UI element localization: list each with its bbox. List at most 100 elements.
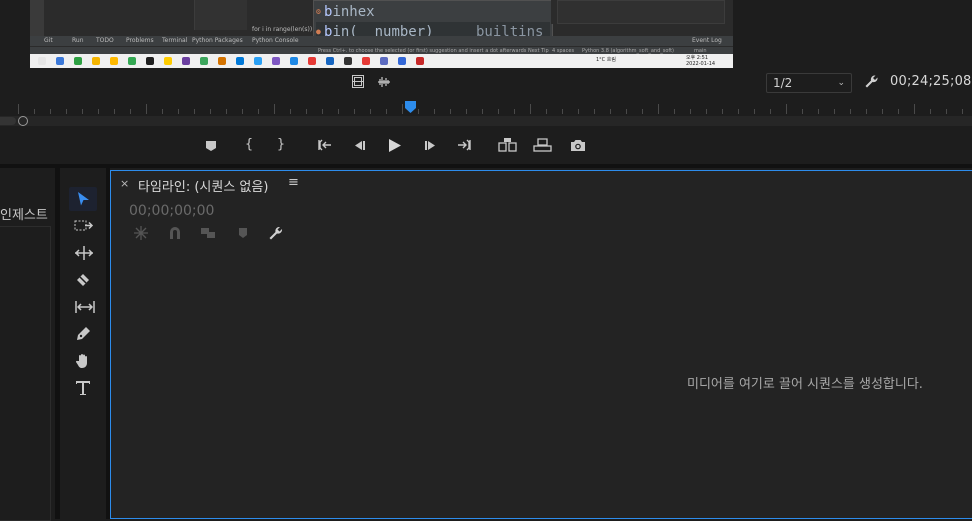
camera-icon[interactable]: [570, 139, 586, 152]
step-back-icon[interactable]: [352, 140, 366, 151]
selection-tool[interactable]: [69, 187, 97, 211]
ruler-tick: [498, 109, 499, 114]
mark-in-icon[interactable]: {: [240, 136, 258, 154]
track-select-icon: [74, 220, 94, 231]
timeline-timecode[interactable]: 00;00;00;00: [129, 203, 214, 219]
program-timecode: 00;24;25;08: [890, 74, 972, 89]
timeline-panel[interactable]: [110, 170, 972, 519]
zoom-scrollbar[interactable]: [0, 116, 972, 126]
transport-controls: { }: [0, 130, 972, 160]
ide-tab: Event Log: [692, 37, 722, 44]
panel-menu-icon[interactable]: ≡: [288, 175, 299, 190]
ruler-tick: [866, 109, 867, 114]
ripple-edit-tool[interactable]: [69, 241, 97, 265]
go-to-out-icon[interactable]: [456, 139, 472, 151]
timeline-tab-title[interactable]: 타임라인: (시퀀스 없음): [138, 176, 268, 195]
ruler-tick: [754, 109, 755, 114]
type-tool[interactable]: [69, 376, 97, 400]
marker-icon[interactable]: [205, 140, 217, 152]
project-list: [0, 226, 51, 521]
ruler-tick: [610, 109, 611, 114]
track-select-tool[interactable]: [69, 214, 97, 238]
taskbar-app-icon: [38, 57, 46, 65]
wrench-icon[interactable]: [268, 225, 284, 241]
pen-tool[interactable]: [69, 322, 97, 346]
wrench-icon[interactable]: [864, 74, 879, 89]
taskbar-app-icon: [182, 57, 190, 65]
tray-weather: 1°C 흐림: [596, 57, 616, 63]
safe-margins-icon[interactable]: [352, 75, 364, 88]
taskbar-app-icon: [308, 57, 316, 65]
ruler-tick: [66, 109, 67, 114]
taskbar-app-icon: [362, 57, 370, 65]
ruler-tick: [450, 109, 451, 114]
ruler-tick: [306, 109, 307, 114]
taskbar-app-icon: [56, 57, 64, 65]
ruler-tick: [818, 109, 819, 114]
ide-tab: Problems: [126, 37, 154, 44]
ruler-tick: [802, 109, 803, 114]
taskbar-app-icon: [74, 57, 82, 65]
taskbar-app-icon: [416, 57, 424, 65]
taskbar-app-icon: [146, 57, 154, 65]
ruler-tick: [962, 109, 963, 114]
ruler-tick: [242, 109, 243, 114]
taskbar-app-icon: [200, 57, 208, 65]
ide-code-text: for i in range(len(s)) - 1: [252, 26, 323, 33]
ide-tab: Git: [44, 37, 53, 44]
ruler-tick: [18, 104, 19, 114]
autocomplete-item: ⚙ binhex: [316, 2, 375, 22]
ruler-tick: [210, 109, 211, 114]
ruler-tick: [658, 104, 659, 114]
playhead-icon[interactable]: [405, 101, 416, 113]
audio-waveform-icon[interactable]: [377, 76, 391, 88]
slip-tool[interactable]: [69, 295, 97, 319]
playback-resolution-select[interactable]: 1/2 ⌄: [766, 73, 852, 93]
step-forward-icon[interactable]: [424, 140, 438, 151]
nest-sequence-icon[interactable]: [133, 225, 149, 241]
ruler-tick: [594, 109, 595, 114]
ruler-tick: [226, 109, 227, 114]
ruler-tick: [850, 109, 851, 114]
ruler-tick: [274, 104, 275, 114]
function-icon: ⚙: [316, 7, 321, 16]
resolution-value: 1/2: [773, 76, 793, 90]
ruler-tick: [34, 109, 35, 114]
ide-tab: Run: [72, 37, 84, 44]
ruler-tick: [514, 109, 515, 114]
ruler-tick: [146, 104, 147, 114]
ruler-tick: [530, 104, 531, 114]
linked-selection-icon[interactable]: [200, 225, 216, 241]
ruler-tick: [642, 109, 643, 114]
pen-icon: [77, 327, 90, 340]
close-icon[interactable]: ×: [120, 177, 129, 190]
insert-icon[interactable]: [498, 138, 517, 152]
add-marker-icon[interactable]: [235, 225, 251, 241]
ruler-tick: [258, 109, 259, 114]
ruler-tick: [914, 104, 915, 114]
overwrite-icon[interactable]: [533, 138, 552, 152]
ruler-tick: [482, 109, 483, 114]
ruler-tick: [290, 109, 291, 114]
item-rest: inhex: [332, 4, 375, 20]
ruler-tick: [130, 109, 131, 114]
program-monitor-preview: for i in range(len(s)) - 1 ⚙ binhex ● bin(…: [30, 0, 733, 68]
tray-date: 2022-01-14: [686, 61, 716, 67]
taskbar-app-icon: [164, 57, 172, 65]
ingest-label[interactable]: 인제스트: [0, 204, 48, 223]
ide-tab: Python Packages: [192, 37, 243, 44]
ide-right-panel: [557, 0, 725, 24]
ruler-tick: [626, 109, 627, 114]
razor-tool[interactable]: [69, 268, 97, 292]
snap-magnet-icon[interactable]: [167, 225, 183, 241]
hand-tool[interactable]: [69, 349, 97, 373]
time-ruler[interactable]: [0, 100, 972, 114]
go-to-in-icon[interactable]: [317, 139, 333, 151]
ruler-tick: [706, 109, 707, 114]
panel-divider: [0, 164, 972, 168]
mark-out-icon[interactable]: }: [272, 136, 290, 154]
ruler-tick: [946, 109, 947, 114]
scrollbar-handle[interactable]: [18, 116, 28, 126]
scrollbar-thumb[interactable]: [0, 117, 16, 125]
play-icon[interactable]: [388, 139, 402, 152]
